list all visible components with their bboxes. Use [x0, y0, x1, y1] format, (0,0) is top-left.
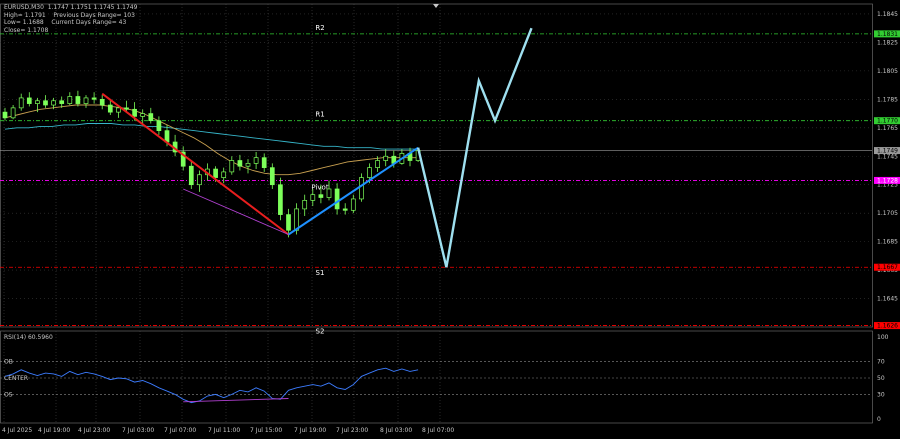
- candle-bearish: [2, 111, 8, 119]
- trading-chart[interactable]: 4 Jul 2025 4 Jul 19:00 4 Jul 23:00 7 Jul 03…: [0, 0, 900, 439]
- symbol-line: EURUSD,M30 1.1747 1.1751 1.1745 1.1749: [4, 4, 138, 11]
- candle-bullish: [350, 198, 356, 211]
- rsi-tick-label: 50: [877, 375, 885, 382]
- candle-bullish: [375, 160, 380, 168]
- symbol-info-panel: EURUSD,M30 1.1747 1.1751 1.1745 1.1749 H…: [4, 4, 137, 34]
- pivot-level-price-label: 1.1626: [877, 323, 898, 330]
- price-tick-label: 1.1645: [877, 296, 898, 303]
- pivot-level-price-label: 1.1831: [877, 31, 898, 38]
- candle-bullish: [359, 177, 364, 200]
- candle-bearish: [91, 97, 97, 100]
- projection-path: [416, 27, 533, 268]
- candle-bearish: [132, 108, 137, 117]
- chart-canvas[interactable]: 4 Jul 2025 4 Jul 19:00 4 Jul 23:00 7 Jul 03…: [0, 0, 900, 439]
- candle-bullish: [302, 200, 308, 210]
- rsi-label: RSI(14) 60.5960: [4, 334, 53, 341]
- candle-bullish: [67, 96, 73, 104]
- candle-bullish: [245, 163, 251, 167]
- price-tick-label: 1.1845: [877, 11, 898, 18]
- candle-bearish: [318, 194, 324, 198]
- candle-bullish: [253, 157, 259, 164]
- main-plot-frame: [0, 3, 873, 328]
- x-tick-label: 7 Jul 23:00: [336, 427, 368, 434]
- x-tick-label: 7 Jul 03:00: [122, 427, 154, 434]
- price-tick-label: 1.1785: [877, 96, 898, 103]
- x-tick-label: 8 Jul 07:00: [422, 427, 454, 434]
- rsi-tick-label: 100: [877, 334, 889, 341]
- candle-bullish: [221, 171, 227, 178]
- moving-average-slow-line: [4, 123, 419, 150]
- candle-bullish: [35, 100, 40, 104]
- candle-bearish: [75, 96, 81, 104]
- candle-bearish: [26, 97, 32, 104]
- x-tick-label: 7 Jul 15:00: [250, 427, 282, 434]
- price-tick-label: 1.1805: [877, 68, 898, 75]
- candle-bullish: [83, 97, 89, 104]
- candle-bearish: [59, 100, 65, 104]
- price-tick-label: 1.1825: [877, 39, 898, 46]
- candle-bullish: [310, 194, 316, 201]
- trendline-recovery: [287, 146, 419, 236]
- candle-bearish: [107, 104, 113, 113]
- candle-bearish: [269, 167, 275, 186]
- candle-bearish: [237, 160, 243, 167]
- trendline-drop: [101, 92, 290, 236]
- candle-bullish: [367, 167, 372, 178]
- candle-bearish: [188, 165, 194, 186]
- x-tick-label: 4 Jul 2025: [2, 427, 32, 434]
- x-tick-label: 8 Jul 03:00: [380, 427, 412, 434]
- candle-bearish: [278, 184, 283, 215]
- moving-average-fast-line: [4, 104, 419, 176]
- shift-marker-icon: [433, 4, 439, 8]
- x-tick-label: 4 Jul 23:00: [78, 427, 110, 434]
- candle-bullish: [51, 100, 56, 106]
- x-tick-label: 7 Jul 19:00: [294, 427, 326, 434]
- pivot-level-name: S2: [316, 328, 325, 336]
- x-tick-label: 7 Jul 11:00: [208, 427, 240, 434]
- pivot-level-name: R2: [315, 24, 324, 32]
- x-tick-label: 7 Jul 07:00: [164, 427, 196, 434]
- candle-bearish: [261, 157, 267, 168]
- candle-bearish: [286, 214, 291, 231]
- close-line: Close= 1.1708: [4, 26, 49, 34]
- candle-bullish: [116, 107, 121, 113]
- low-line: Low= 1.1688 Current Days Range= 43: [4, 19, 127, 26]
- candle-bearish: [43, 100, 48, 106]
- candle-bearish: [334, 188, 340, 210]
- rsi-divergence-line: [183, 398, 289, 403]
- pivot-level-name: R1: [315, 111, 324, 119]
- price-tick-label: 1.1765: [877, 125, 898, 132]
- candle-bullish: [197, 174, 202, 186]
- pivot-level-price-label: 1.1728: [877, 177, 898, 184]
- candle-bullish: [326, 188, 332, 198]
- candle-bearish: [156, 120, 162, 131]
- candle-bearish: [342, 208, 348, 211]
- candle-bearish: [124, 107, 129, 110]
- pivot-level-name: S1: [316, 269, 325, 277]
- candle-bullish: [10, 107, 16, 119]
- current-price-label: 1.1749: [877, 148, 898, 155]
- rsi-level-label: OB: [4, 359, 13, 366]
- pivot-level-price-label: 1.1667: [877, 264, 898, 271]
- x-tick-label: 4 Jul 19:00: [38, 427, 70, 434]
- candle-bearish: [99, 98, 105, 106]
- candle-bullish: [18, 97, 24, 109]
- rsi-line: [4, 367, 419, 404]
- candle-bearish: [148, 113, 154, 122]
- rsi-tick-label: 30: [877, 391, 885, 398]
- candle-bearish: [164, 130, 170, 143]
- rsi-tick-label: 70: [877, 359, 885, 366]
- candle-bullish: [229, 160, 235, 173]
- pivot-level-name: Pivot: [311, 183, 328, 191]
- rsi-level-label: OS: [4, 391, 13, 398]
- rsi-plot-frame: [0, 330, 873, 424]
- price-tick-label: 1.1705: [877, 210, 898, 217]
- pivot-level-price-label: 1.1770: [877, 118, 898, 125]
- high-line: High= 1.1791 Previous Days Range= 103: [4, 11, 135, 19]
- candle-bearish: [213, 168, 218, 178]
- candle-bullish: [383, 155, 389, 161]
- price-tick-label: 1.1685: [877, 239, 898, 246]
- rsi-tick-label: 0: [877, 416, 881, 423]
- candle-bullish: [140, 113, 146, 117]
